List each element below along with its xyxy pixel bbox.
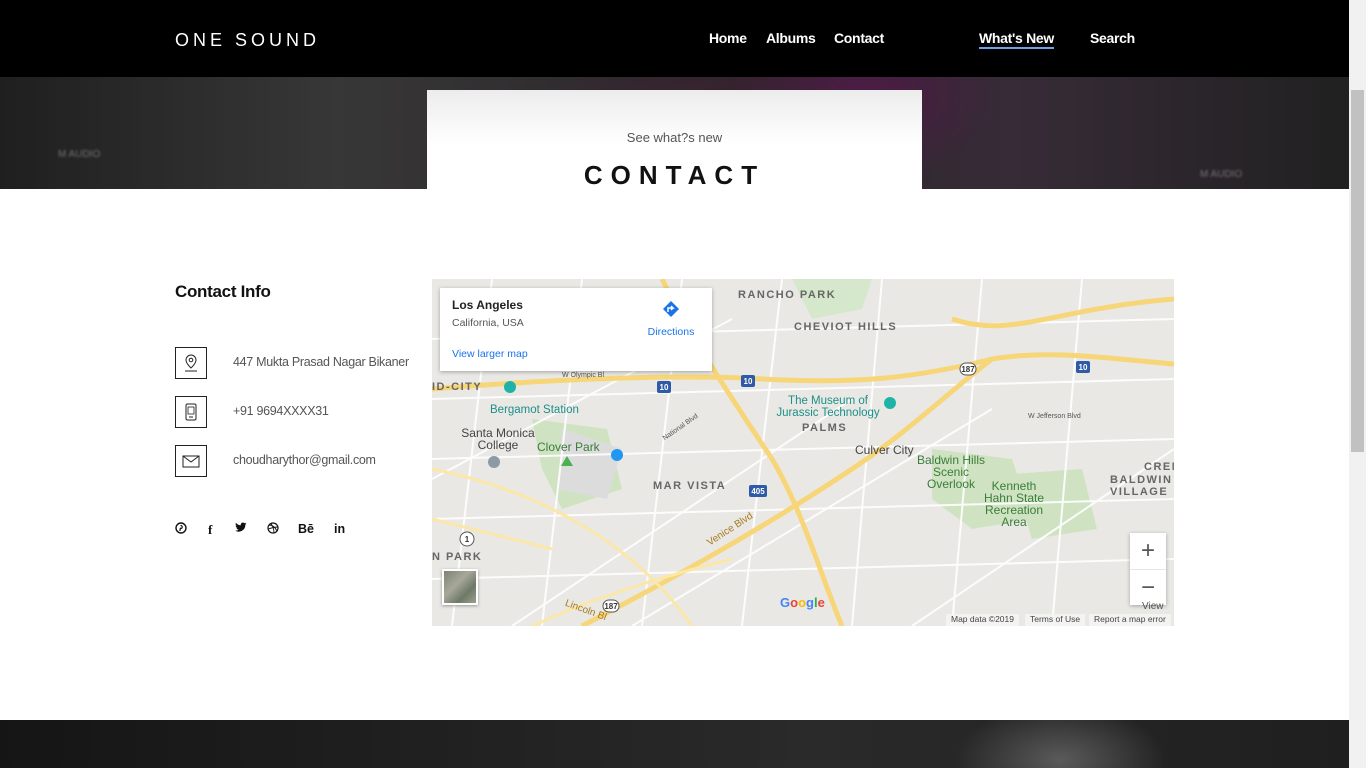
page-scrollbar[interactable] [1349,0,1366,768]
view-label: View [1142,601,1164,612]
phone-icon [175,396,207,428]
map-label-baldwin-hills: Baldwin Hills Scenic Overlook [916,453,986,491]
map-label-mar-vista: MAR VISTA [653,480,727,492]
page-title-box: See what?s new CONTACT [427,90,922,190]
shield-10-c: 10 [1079,363,1088,372]
dribbble-icon[interactable] [267,522,279,537]
google-map[interactable]: 10 10 10 405 187 187 1 RANCHO PARK CHEVI… [432,279,1174,626]
directions-button[interactable]: Directions [640,299,702,338]
linkedin-icon[interactable]: in [334,522,345,536]
shield-405: 405 [751,487,765,496]
contact-phone[interactable]: +91 9694XXXX31 [233,404,329,418]
google-logo: Google [780,595,825,610]
page-subtitle: See what?s new [626,130,723,145]
shield-187-a: 187 [961,365,975,374]
brand-logo[interactable]: ONE SOUND [175,30,320,51]
page-title: CONTACT [583,160,766,190]
hero-bg-text-right: M AUDIO [1200,169,1243,180]
map-place-card: Los Angeles California, USA View larger … [440,288,712,371]
nav-search[interactable]: Search [1090,30,1135,46]
map-label-culver-city: Culver City [855,443,914,457]
top-navbar: ONE SOUND Home Albums Contact What's New… [0,0,1349,77]
map-label-palms: PALMS [802,422,848,434]
view-larger-map-link[interactable]: View larger map [452,348,528,360]
map-label-santa-monica-college: Santa Monica College [461,426,535,452]
contact-email[interactable]: choudharythor@gmail.com [233,453,376,467]
map-label-w-jefferson: W Jefferson Blvd [1028,413,1081,420]
nav-albums[interactable]: Albums [766,30,816,46]
nav-whats-new[interactable]: What's New [979,30,1054,49]
map-data-attribution: Map data ©2019 [946,614,1019,626]
shield-1: 1 [465,535,470,544]
zoom-controls: + − [1130,533,1166,605]
nav-home[interactable]: Home [709,30,747,46]
contact-address-row: 447 Mukta Prasad Nagar Bikaner [175,347,415,379]
map-label-n-park: N PARK [432,551,483,563]
report-map-error-link[interactable]: Report a map error [1089,614,1171,626]
map-label-cren: CREN [1144,461,1174,473]
twitter-icon[interactable] [235,522,247,536]
contact-phone-row: +91 9694XXXX31 [175,396,415,428]
behance-icon[interactable]: Bē [298,522,314,536]
shield-187-b: 187 [604,602,618,611]
place-address: California, USA [452,317,524,329]
map-label-w-olympic: W Olympic Bl [562,372,604,379]
zoom-in-button[interactable]: + [1130,533,1166,569]
contact-info-heading: Contact Info [175,282,271,301]
map-label-bergamot: Bergamot Station [490,404,579,416]
nav-contact[interactable]: Contact [834,30,884,46]
directions-icon [663,301,679,317]
terms-of-use-link[interactable]: Terms of Use [1025,614,1086,626]
map-label-clover-park: Clover Park [537,440,600,454]
map-label-rancho-park: RANCHO PARK [738,289,837,301]
mail-icon [175,445,207,477]
shield-10-b: 10 [744,377,753,386]
map-pin-icon [175,347,207,379]
facebook-icon[interactable]: f [208,522,212,538]
map-label-kenneth-hahn: Kenneth Hahn State Recreation Area [983,479,1045,529]
shield-10-a: 10 [660,383,669,392]
map-label-baldwin-village: BALDWIN VILLAGE [1110,474,1173,498]
satellite-toggle[interactable] [442,569,478,605]
footer-banner [0,720,1349,768]
directions-label: Directions [647,326,695,338]
contact-address: 447 Mukta Prasad Nagar Bikaner [233,355,409,369]
zoom-out-button[interactable]: − [1130,569,1166,605]
map-label-cheviot-hills: CHEVIOT HILLS [794,321,898,333]
map-label-museum: The Museum of Jurassic Technology [776,395,880,419]
scrollbar-thumb[interactable] [1351,90,1364,452]
hero-bg-text-left: M AUDIO [58,149,101,160]
pinterest-icon[interactable] [175,522,187,537]
map-label-id-city: ID-CITY [432,381,483,393]
contact-email-row: choudharythor@gmail.com [175,445,415,477]
place-name: Los Angeles [452,298,523,312]
